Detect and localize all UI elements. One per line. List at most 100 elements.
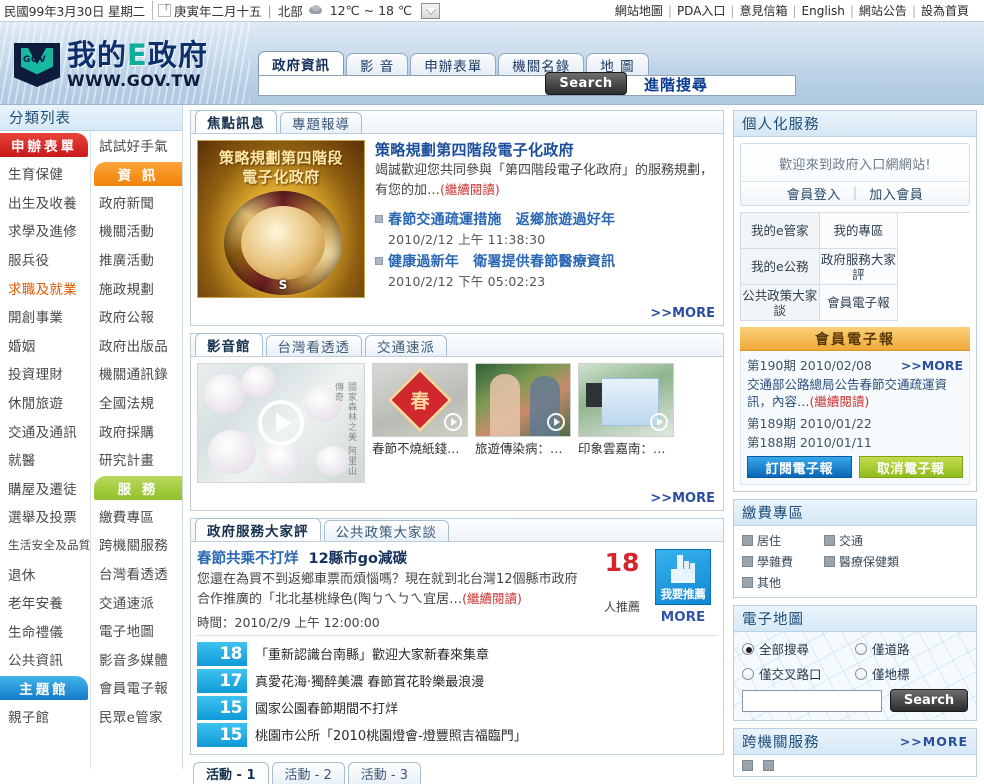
review-read-more[interactable]: (繼續閱讀) xyxy=(462,591,522,606)
enews-issue-189[interactable]: 第189期 2010/01/22 xyxy=(747,413,963,432)
sidebar-item-transport-comm[interactable]: 交通及通訊 xyxy=(0,416,90,445)
link-feedback[interactable]: 意見信箱 xyxy=(734,2,792,19)
sidebar-item-life-safety[interactable]: 生活安全及品質 xyxy=(0,531,90,560)
sidebar-item-lucky-try[interactable]: 試試好手氣 xyxy=(91,131,182,160)
grid-item-my-zone[interactable]: 我的專區 xyxy=(819,213,899,249)
advanced-search-link[interactable]: 進階搜尋 xyxy=(644,74,708,95)
subscribe-button[interactable]: 訂閱電子報 xyxy=(747,456,852,478)
sidebar-item-birth-adoption[interactable]: 出生及收養 xyxy=(0,188,90,217)
grid-item-my-egov-service[interactable]: 我的e公務 xyxy=(741,249,820,285)
hot-keyword-4[interactable]: 年貨大街 xyxy=(481,104,531,105)
recommend-button[interactable]: 我要推薦 xyxy=(655,549,711,605)
payment-item-tuition[interactable]: 學雜費 xyxy=(742,553,824,570)
tab-special-reports[interactable]: 專題報導 xyxy=(280,112,362,133)
enews-more-link[interactable]: >>MORE xyxy=(901,358,963,373)
region-dropdown-button[interactable] xyxy=(421,2,441,19)
sidebar-item-public-info[interactable]: 公共資訊 xyxy=(0,645,90,674)
grid-item-member-enews[interactable]: 會員電子報 xyxy=(819,285,899,321)
sidebar-item-military-service[interactable]: 服兵役 xyxy=(0,245,90,274)
sidebar-item-emap[interactable]: 電子地圖 xyxy=(91,616,182,645)
sidebar-item-taiwan-view[interactable]: 台灣看透透 xyxy=(91,559,182,588)
site-logo[interactable]: GOV 我的E政府 WWW.GOV.TW xyxy=(14,41,208,89)
sidebar-item-housing-moving[interactable]: 購屋及遷徒 xyxy=(0,474,90,503)
sidebar-item-employment[interactable]: 求職及就業 xyxy=(0,273,90,302)
link-pda[interactable]: PDA入口 xyxy=(672,2,730,19)
sidebar-banner-services[interactable]: 服 務 xyxy=(94,475,182,500)
media-thumbnail-1[interactable]: 旅遊傳染病：… xyxy=(475,363,571,456)
emap-option-road[interactable]: 僅道路 xyxy=(855,639,968,658)
tab-media[interactable]: 影 音 xyxy=(346,53,409,76)
search-button[interactable]: Search xyxy=(545,72,627,95)
emap-search-input[interactable] xyxy=(742,689,882,712)
tab-traffic-express[interactable]: 交通速派 xyxy=(365,335,447,356)
sidebar-item-procurement[interactable]: 政府採購 xyxy=(91,416,182,445)
sidebar-item-investment[interactable]: 投資理財 xyxy=(0,359,90,388)
tab-activity-3[interactable]: 活動 - 3 xyxy=(347,762,421,784)
tab-activity-1[interactable]: 活動 - 1 xyxy=(193,762,269,784)
enews-issue-188[interactable]: 第188期 2010/01/11 xyxy=(747,432,963,451)
sidebar-item-retirement[interactable]: 退休 xyxy=(0,559,90,588)
event-title[interactable]: 桃園市公所「2010桃園燈會-燈豐照吉福臨門」 xyxy=(255,725,527,744)
focus-headline[interactable]: 策略規劃第四階段電子化政府 xyxy=(375,140,717,160)
sidebar-item-publications[interactable]: 政府出版品 xyxy=(91,331,182,360)
member-register-link[interactable]: 加入會員 xyxy=(857,184,935,203)
payment-item-transport[interactable]: 交通 xyxy=(824,532,906,549)
sidebar-item-gazette[interactable]: 政府公報 xyxy=(91,302,182,331)
grid-item-service-review[interactable]: 政府服務大家評 xyxy=(819,249,899,285)
sidebar-item-maternal-health[interactable]: 生育保健 xyxy=(0,159,90,188)
emap-search-button[interactable]: Search xyxy=(890,689,968,712)
payment-item-housing[interactable]: 居住 xyxy=(742,532,824,549)
search-input[interactable] xyxy=(258,75,796,96)
review-title[interactable]: 春節共乘不打烊 12縣市go減碳 xyxy=(197,547,589,568)
sidebar-item-elder-care[interactable]: 老年安養 xyxy=(0,588,90,617)
focus-read-more[interactable]: (繼續閱讀) xyxy=(440,182,500,197)
unsubscribe-button[interactable]: 取消電子報 xyxy=(858,456,963,478)
media-more-link[interactable]: >>MORE xyxy=(191,489,723,510)
news-title-0[interactable]: 春節交通疏運措施 返鄉旅遊過好年 xyxy=(388,209,615,229)
emap-option-intersection[interactable]: 僅交叉路口 xyxy=(742,664,855,683)
link-english[interactable]: English xyxy=(797,4,850,18)
enews-read-more[interactable]: (繼續閱讀) xyxy=(810,394,870,409)
payment-item-medical[interactable]: 醫療保健類 xyxy=(824,553,948,570)
hot-keyword-3[interactable]: 燈會 xyxy=(449,104,474,105)
link-sitemap[interactable]: 網站地圖 xyxy=(610,2,668,19)
sidebar-banner-forms[interactable]: 申辦表單 xyxy=(0,133,88,157)
sidebar-item-citizen-ebutler[interactable]: 民眾e管家 xyxy=(91,702,182,731)
sidebar-item-member-enews[interactable]: 會員電子報 xyxy=(91,673,182,702)
sidebar-item-payment-zone[interactable]: 繳費專區 xyxy=(91,502,182,531)
sidebar-item-elections[interactable]: 選舉及投票 xyxy=(0,502,90,531)
sidebar-item-medical[interactable]: 就醫 xyxy=(0,445,90,474)
sidebar-banner-theme-hall[interactable]: 主題館 xyxy=(0,675,88,700)
hot-keyword-1[interactable]: 寒假 xyxy=(360,104,385,105)
sidebar-item-marriage[interactable]: 婚姻 xyxy=(0,331,90,360)
sidebar-item-cross-agency[interactable]: 跨機關服務 xyxy=(91,530,182,559)
tab-taiwan-view[interactable]: 台灣看透透 xyxy=(265,335,362,356)
sidebar-item-policy-planning[interactable]: 施政規劃 xyxy=(91,273,182,302)
enews-issue-latest[interactable]: 第190期 2010/02/08 xyxy=(747,355,872,374)
sidebar-item-leisure-travel[interactable]: 休閒旅遊 xyxy=(0,388,90,417)
grid-item-policy-talk[interactable]: 公共政策大家談 xyxy=(741,285,820,321)
sidebar-item-research-plans[interactable]: 研究計畫 xyxy=(91,445,182,474)
focus-banner-image[interactable]: 策略規劃第四階段 電子化政府 S xyxy=(197,140,365,298)
event-title[interactable]: 國家公園春節期間不打烊 xyxy=(255,698,398,717)
event-title[interactable]: 「重新認識台南縣」歡迎大家新春來集章 xyxy=(255,644,489,663)
news-title-1[interactable]: 健康過新年 衛署提供春節醫療資訊 xyxy=(388,251,615,271)
focus-more-link[interactable]: >>MORE xyxy=(191,304,723,325)
sidebar-item-traffic-express[interactable]: 交通速派 xyxy=(91,587,182,616)
sidebar-item-agency-events[interactable]: 機關活動 xyxy=(91,216,182,245)
member-login-link[interactable]: 會員登入 xyxy=(775,184,853,203)
sidebar-item-multimedia[interactable]: 影音多媒體 xyxy=(91,645,182,674)
sidebar-item-gov-news[interactable]: 政府新聞 xyxy=(91,188,182,217)
sidebar-item-funeral[interactable]: 生命禮儀 xyxy=(0,617,90,646)
hot-keyword-2[interactable]: 觀光工廠 xyxy=(392,104,442,105)
featured-video[interactable]: 國家森林之美 阿里山傳奇 xyxy=(197,363,365,483)
sidebar-banner-information[interactable]: 資 訊 xyxy=(94,161,182,186)
cross-agency-more-link[interactable]: >>MORE xyxy=(900,734,968,749)
link-set-homepage[interactable]: 設為首頁 xyxy=(916,2,974,19)
sidebar-item-promotions[interactable]: 推廣活動 xyxy=(91,245,182,274)
play-icon[interactable] xyxy=(650,413,668,431)
event-title[interactable]: 真愛花海‧獨醉美濃 春節賞花聆樂最浪漫 xyxy=(255,671,484,690)
play-icon[interactable] xyxy=(258,400,304,446)
emap-option-landmark[interactable]: 僅地標 xyxy=(855,664,968,683)
play-icon[interactable] xyxy=(547,413,565,431)
